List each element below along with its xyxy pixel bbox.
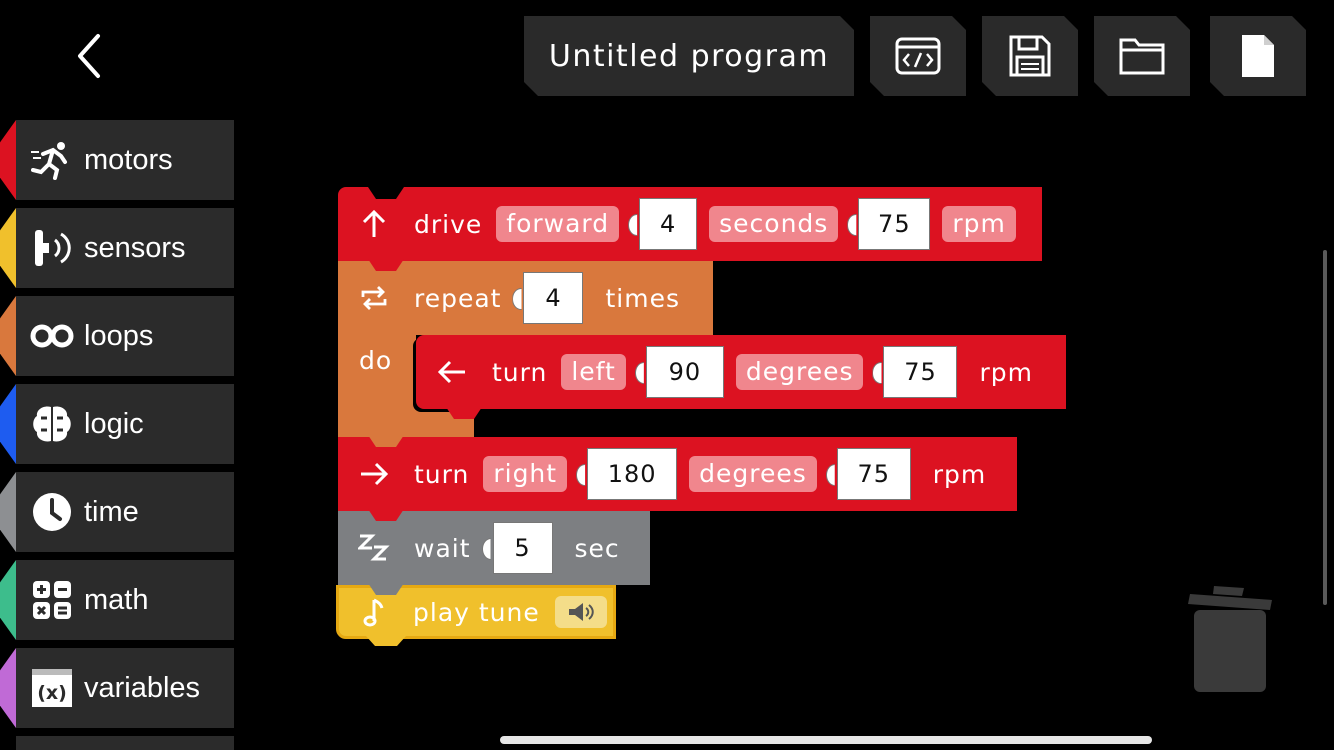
chevron-left-icon [78,34,100,78]
turn-left-unit-dropdown[interactable]: degrees [735,354,864,390]
repeat-do-label: do [359,345,393,375]
sidebar-item-time[interactable]: time [0,472,234,552]
infinity-icon [30,314,74,358]
sidebar-item-label: motors [84,143,173,176]
repeat-label: repeat [414,283,502,313]
clock-icon [30,490,74,534]
sidebar-item-label: sensors [84,231,186,264]
sidebar-item-loops[interactable]: loops [0,296,234,376]
sidebar-item-more[interactable] [16,736,234,750]
repeat-count-input[interactable]: 4 [523,272,584,324]
code-icon [895,37,941,75]
category-color-tab [0,560,16,640]
music-note-icon [355,594,391,630]
sensor-icon [30,226,74,270]
vertical-scrollbar[interactable] [1323,250,1327,605]
tune-selector[interactable] [555,596,607,628]
drive-direction-dropdown[interactable]: forward [496,206,620,242]
sidebar-item-label: logic [84,407,144,440]
brain-icon [30,402,74,446]
sidebar-item-label: loops [84,319,154,352]
math-icon [30,578,74,622]
save-button[interactable] [982,16,1078,96]
turn-right-label: turn [414,459,470,489]
trash-can[interactable] [1186,580,1274,694]
arrow-right-icon [356,456,392,492]
sidebar-item-sensors[interactable]: sensors [0,208,234,288]
drive-speed-unit-dropdown[interactable]: rpm [942,206,1016,242]
category-color-tab [0,208,16,288]
drive-block[interactable]: drive forward 4 seconds 75 rpm [338,187,1042,261]
sidebar-item-motors[interactable]: motors [0,120,234,200]
turn-left-direction-dropdown[interactable]: left [561,354,626,390]
wait-unit-label: sec [574,533,620,563]
drive-duration-input[interactable]: 4 [639,198,698,250]
category-color-tab [0,120,16,200]
new-file-icon [1240,33,1276,79]
save-icon [1008,34,1052,78]
category-color-tab [0,472,16,552]
turn-left-speed-input[interactable]: 75 [883,346,958,398]
block-notch [366,636,406,646]
folder-icon [1118,36,1166,76]
sidebar-item-label: variables [84,671,201,704]
running-man-icon [30,138,74,182]
sleep-icon [356,530,392,566]
turn-left-speed-unit: rpm [979,357,1033,387]
turn-right-speed-unit: rpm [932,459,987,489]
drive-speed-input[interactable]: 75 [858,198,931,250]
wait-value-input[interactable]: 5 [492,522,553,574]
turn-left-angle-input[interactable]: 90 [645,346,724,398]
program-title-button[interactable]: Untitled program [524,16,854,96]
play-tune-label: play tune [413,597,540,627]
drive-unit-dropdown[interactable]: seconds [709,206,839,242]
block-notch [446,407,482,419]
block-notch [368,509,404,521]
home-indicator [500,736,1152,744]
back-button[interactable] [70,30,110,82]
repeat-times-label: times [605,283,680,313]
turn-right-block[interactable]: turn right 180 degrees 75 rpm [338,437,1017,511]
turn-right-direction-dropdown[interactable]: right [483,456,568,492]
category-color-tab [0,384,16,464]
open-folder-button[interactable] [1094,16,1190,96]
turn-left-block[interactable]: turn left 90 degrees 75 rpm [416,335,1066,409]
new-file-button[interactable] [1210,16,1306,96]
turn-right-speed-input[interactable]: 75 [836,448,911,500]
drive-label: drive [414,209,483,239]
block-notch [368,259,404,271]
speaker-icon [569,603,594,621]
block-notch [368,583,404,595]
sidebar-item-math[interactable]: math [0,560,234,640]
block-notch [368,187,404,199]
sidebar-item-label: time [84,495,139,528]
arrow-up-icon [356,206,392,242]
view-code-button[interactable] [870,16,966,96]
variable-icon: (x) [30,666,74,710]
block-notch [368,435,404,447]
svg-text:(x): (x) [37,682,67,704]
sidebar-item-logic[interactable]: logic [0,384,234,464]
sidebar-item-label: math [84,583,149,616]
category-color-tab [0,648,16,728]
repeat-icon [356,280,392,316]
program-title: Untitled program [548,38,830,74]
trash-icon [1188,586,1272,692]
turn-right-angle-input[interactable]: 180 [587,448,678,500]
wait-label: wait [414,533,471,563]
category-color-tab [0,296,16,376]
sidebar-item-variables[interactable]: (x) variables [0,648,234,728]
turn-left-label: turn [492,357,548,387]
turn-right-unit-dropdown[interactable]: degrees [689,456,817,492]
arrow-left-icon [434,354,470,390]
